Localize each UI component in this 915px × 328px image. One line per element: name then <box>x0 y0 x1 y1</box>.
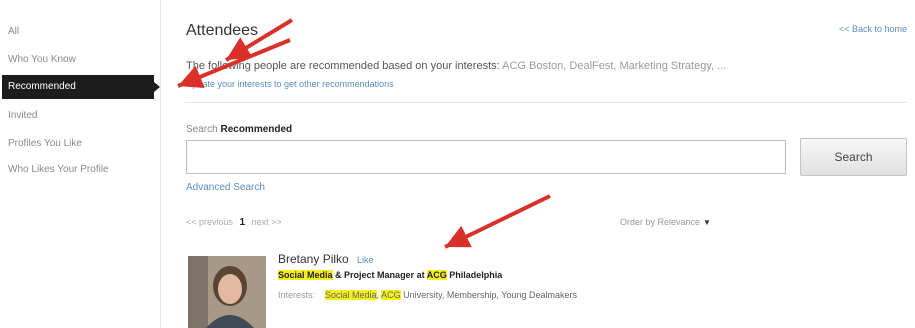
interest-text: University, Membership, Young Dealmakers <box>400 290 577 300</box>
annotation-arrow <box>444 194 551 249</box>
sidebar-item-invited[interactable]: Invited <box>8 110 37 121</box>
search-label-prefix: Search <box>186 124 218 135</box>
next-page-link[interactable]: next >> <box>252 217 282 227</box>
sidebar-item-all[interactable]: All <box>8 26 19 37</box>
previous-page-link[interactable]: << previous <box>186 217 233 227</box>
search-label-scope: Recommended <box>220 124 293 135</box>
section-divider <box>186 102 907 103</box>
advanced-search-link[interactable]: Advanced Search <box>186 182 265 193</box>
sidebar-nav: All Who You Know Recommended Invited Pro… <box>0 0 161 328</box>
attendee-headline: Social Media & Project Manager at ACG Ph… <box>278 270 502 280</box>
pagination: << previous 1 next >> <box>186 217 282 228</box>
caret-down-icon: ▼ <box>703 218 711 227</box>
intro-text: The following people are recommended bas… <box>186 60 500 72</box>
intro-interests: ACG Boston, DealFest, Marketing Strategy… <box>502 60 727 72</box>
page-title: Attendees <box>186 22 259 39</box>
headline-highlight: ACG <box>426 270 447 280</box>
interest-highlight: ACG <box>381 290 401 300</box>
result-name-row: Bretany Pilko Like <box>278 252 374 266</box>
interest-highlight: Social Media <box>325 290 377 300</box>
attendee-interests: Interests: Social Media, ACG University, … <box>278 290 577 300</box>
sidebar-item-recommended[interactable]: Recommended <box>2 75 160 99</box>
headline-highlight: Social Media <box>278 270 333 280</box>
order-by-dropdown[interactable]: Order by Relevance ▼ <box>620 217 711 227</box>
search-label: Search Recommended <box>186 124 292 135</box>
sidebar-item-profiles-you-like[interactable]: Profiles You Like <box>8 138 82 149</box>
current-page: 1 <box>239 217 246 228</box>
order-by-label: Order by Relevance <box>620 217 701 227</box>
attendee-name[interactable]: Bretany Pilko <box>278 252 349 266</box>
headline-text: & <box>332 270 345 280</box>
sidebar-item-who-you-know[interactable]: Who You Know <box>8 54 76 65</box>
profile-photo[interactable] <box>188 256 266 328</box>
back-to-home-link[interactable]: << Back to home <box>839 24 907 34</box>
like-link[interactable]: Like <box>357 255 374 265</box>
headline-text: Philadelphia <box>446 270 503 280</box>
sidebar-item-who-likes-your-profile[interactable]: Who Likes Your Profile <box>8 164 109 175</box>
headline-text: Project Manager at <box>344 270 427 280</box>
search-input[interactable] <box>186 140 786 174</box>
interests-label: Interests: <box>278 290 316 300</box>
search-button[interactable]: Search <box>800 138 907 176</box>
update-interests-link[interactable]: Update your interests to get other recom… <box>186 79 394 89</box>
recommendation-intro: The following people are recommended bas… <box>186 60 726 72</box>
